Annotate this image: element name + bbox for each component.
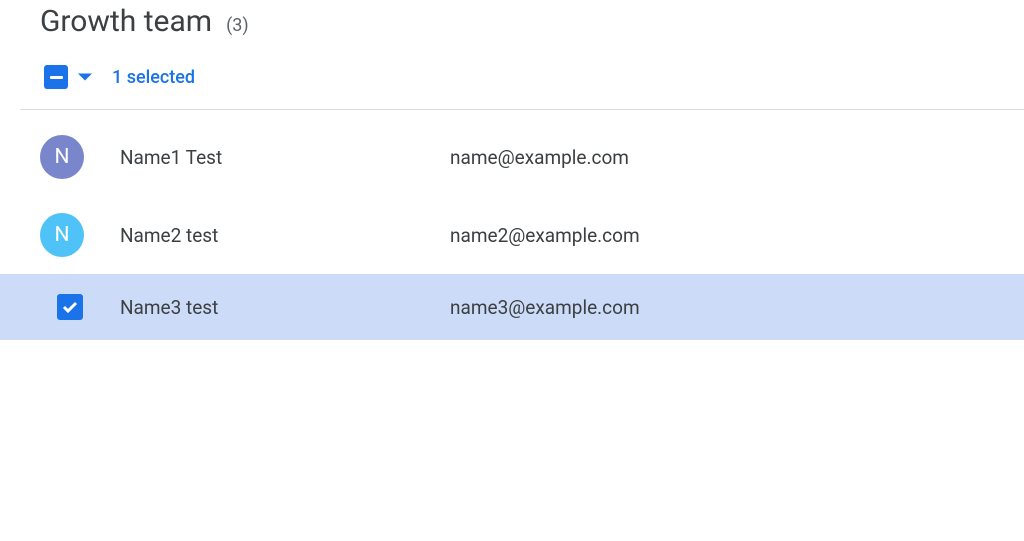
avatar: N	[40, 135, 84, 179]
avatar-initial: N	[55, 223, 70, 247]
member-name: Name1 Test	[120, 146, 450, 169]
page-header: Growth team (3)	[0, 0, 1024, 39]
page-title: Growth team	[40, 4, 212, 39]
avatar-slot: N	[40, 135, 84, 179]
member-email: name@example.com	[450, 146, 629, 169]
member-email: name3@example.com	[450, 296, 640, 319]
selected-count-label: 1 selected	[112, 67, 195, 88]
row-checkbox[interactable]	[57, 294, 83, 320]
avatar-initial: N	[55, 145, 70, 169]
member-count: (3)	[226, 15, 249, 36]
avatar-slot: N	[40, 213, 84, 257]
chevron-down-icon	[78, 73, 92, 81]
selection-dropdown[interactable]	[78, 73, 92, 81]
select-all-checkbox[interactable]	[44, 65, 68, 89]
list-item[interactable]: N Name1 Test name@example.com	[0, 118, 1024, 196]
member-email: name2@example.com	[450, 224, 640, 247]
avatar-slot	[48, 285, 92, 329]
avatar: N	[40, 213, 84, 257]
member-name: Name3 test	[120, 296, 450, 319]
list-item[interactable]: N Name2 test name2@example.com	[0, 196, 1024, 274]
list-item[interactable]: Name3 test name3@example.com	[0, 274, 1024, 340]
checkmark-icon	[62, 300, 78, 314]
member-name: Name2 test	[120, 224, 450, 247]
indeterminate-icon	[50, 76, 63, 79]
member-list: N Name1 Test name@example.com N Name2 te…	[0, 110, 1024, 340]
selection-toolbar: 1 selected	[0, 39, 1024, 109]
